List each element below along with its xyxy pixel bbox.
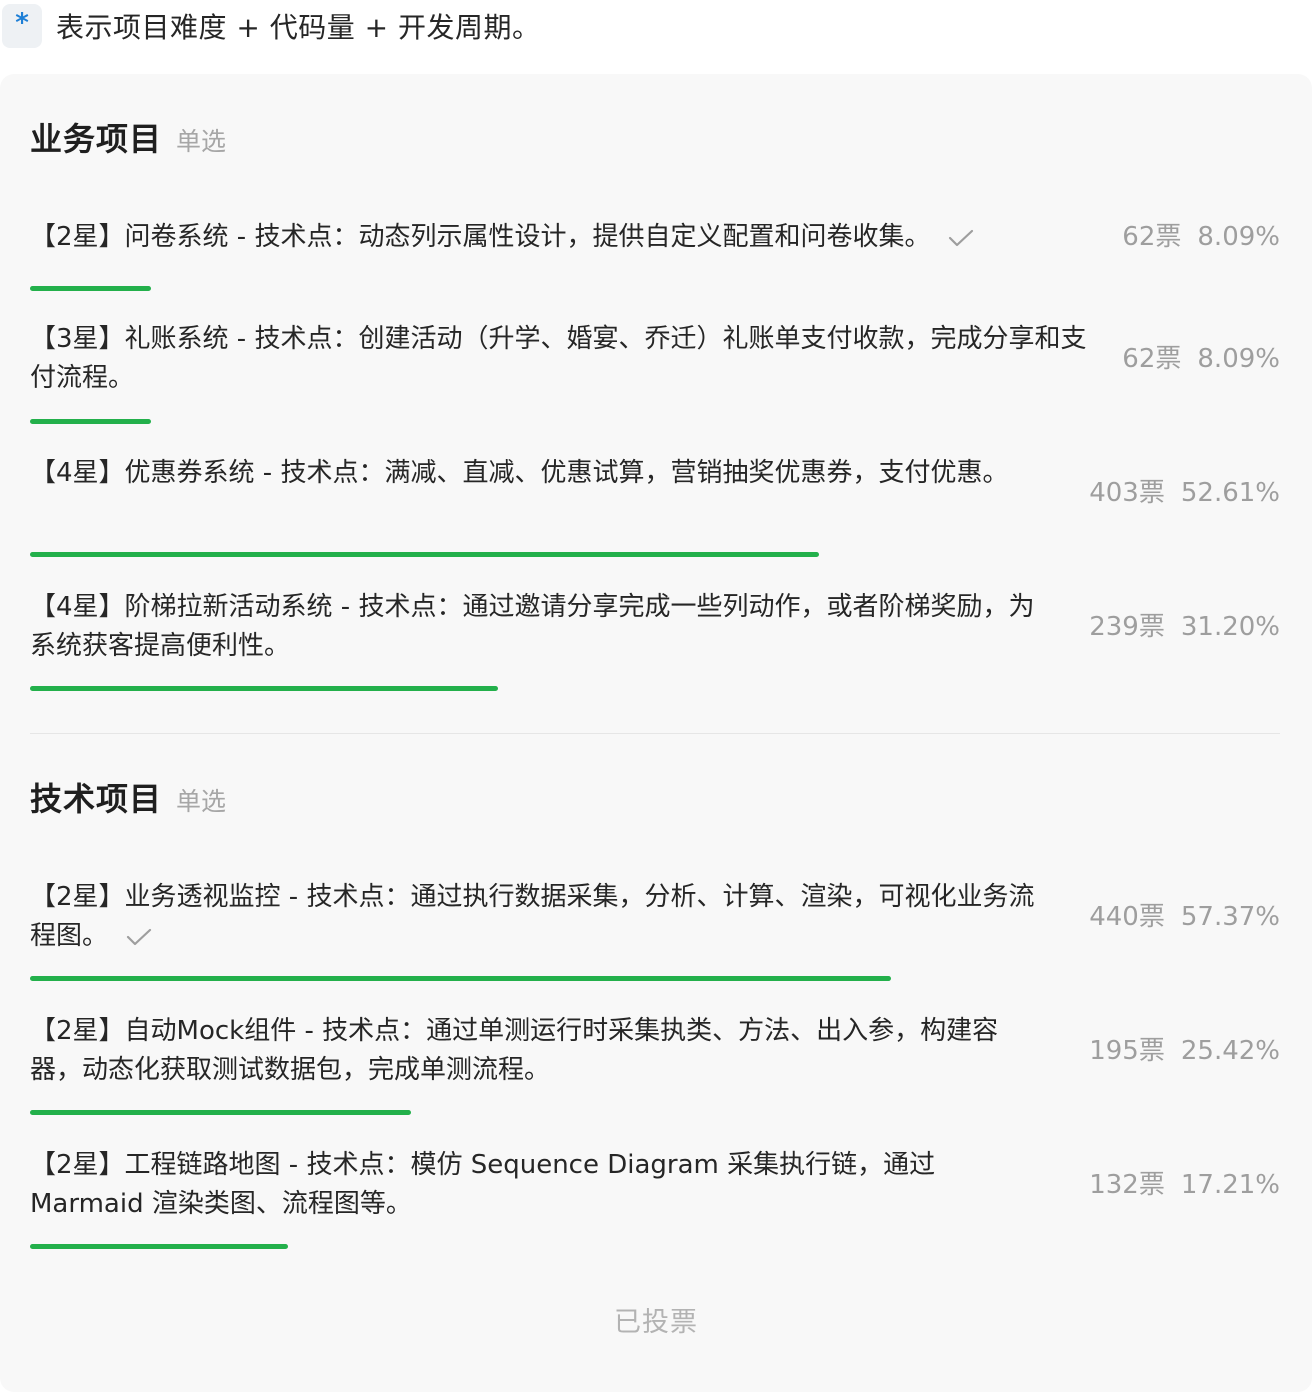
asterisk-icon: * xyxy=(2,4,42,48)
section-header: 技术项目 单选 xyxy=(30,774,1280,834)
check-icon xyxy=(949,229,974,246)
poll-option[interactable]: 【2星】工程链路地图 - 技术点：模仿 Sequence Diagram 采集执… xyxy=(30,1146,1280,1256)
poll-option[interactable]: 【2星】业务透视监控 - 技术点：通过执行数据采集，分析、计算、渲染，可视化业务… xyxy=(30,878,1280,988)
vote-percent: 31.20% xyxy=(1180,612,1280,642)
check-icon xyxy=(126,928,152,945)
option-text: 【2星】工程链路地图 - 技术点：模仿 Sequence Diagram 采集执… xyxy=(30,1150,936,1219)
option-text: 【4星】阶梯拉新活动系统 - 技术点：通过邀请分享完成一些列动作，或者阶梯奖励，… xyxy=(30,592,1035,661)
vote-bar-fill xyxy=(30,419,152,424)
vote-bar xyxy=(30,552,1280,557)
vote-percent: 17.21% xyxy=(1180,1170,1280,1200)
vote-percent: 8.09% xyxy=(1197,222,1280,252)
vote-count: 195票 xyxy=(1089,1036,1165,1066)
option-text: 【2星】业务透视监控 - 技术点：通过执行数据采集，分析、计算、渲染，可视化业务… xyxy=(30,882,1035,951)
poll-option[interactable]: 【2星】问卷系统 - 技术点：动态列示属性设计，提供自定义配置和问卷收集。 62… xyxy=(30,218,1280,298)
option-text: 【3星】礼账系统 - 技术点：创建活动（升学、婚宴、乔迁）礼账单支付收款，完成分… xyxy=(30,324,1087,393)
vote-count: 62票 xyxy=(1122,222,1182,252)
option-stats: 440票 57.37% xyxy=(1089,898,1280,937)
vote-percent: 25.42% xyxy=(1180,1036,1280,1066)
poll-option[interactable]: 【4星】优惠券系统 - 技术点：满减、直减、优惠试算，营销抽奖优惠券，支付优惠。… xyxy=(30,454,1280,564)
section-mode: 单选 xyxy=(176,787,227,816)
vote-count: 440票 xyxy=(1089,902,1165,932)
vote-bar xyxy=(30,1244,1280,1249)
vote-bar xyxy=(30,1110,1280,1115)
voted-status: 已投票 xyxy=(614,1307,698,1338)
vote-count: 132票 xyxy=(1089,1170,1165,1200)
vote-bar-fill xyxy=(30,976,891,981)
vote-bar-fill xyxy=(30,1110,412,1115)
option-text: 【4星】优惠券系统 - 技术点：满减、直减、优惠试算，营销抽奖优惠券，支付优惠。 xyxy=(30,458,1009,488)
section-header: 业务项目 单选 xyxy=(30,114,1280,174)
note-text: 表示项目难度 + 代码量 + 开发周期。 xyxy=(56,11,541,44)
option-text: 【2星】问卷系统 - 技术点：动态列示属性设计，提供自定义配置和问卷收集。 xyxy=(30,218,1088,257)
vote-bar xyxy=(30,686,1280,691)
note-line: * 表示项目难度 + 代码量 + 开发周期。 xyxy=(0,0,541,52)
section-tech-projects: 技术项目 单选 【2星】业务透视监控 - 技术点：通过执行数据采集，分析、计算、… xyxy=(30,774,1280,1249)
poll-option[interactable]: 【4星】阶梯拉新活动系统 - 技术点：通过邀请分享完成一些列动作，或者阶梯奖励，… xyxy=(30,588,1280,698)
vote-bar xyxy=(30,286,1280,291)
section-business-projects: 业务项目 单选 【2星】问卷系统 - 技术点：动态列示属性设计，提供自定义配置和… xyxy=(30,114,1280,691)
section-mode: 单选 xyxy=(176,127,227,156)
poll-option[interactable]: 【3星】礼账系统 - 技术点：创建活动（升学、婚宴、乔迁）礼账单支付收款，完成分… xyxy=(30,320,1280,430)
section-title: 技术项目 xyxy=(30,780,163,818)
vote-bar-fill xyxy=(30,1244,289,1249)
vote-bar-fill xyxy=(30,286,152,291)
option-stats: 239票 31.20% xyxy=(1089,608,1280,647)
vote-bar xyxy=(30,419,1280,424)
vote-count: 403票 xyxy=(1089,478,1165,508)
vote-percent: 52.61% xyxy=(1180,478,1280,508)
option-stats: 132票 17.21% xyxy=(1089,1166,1280,1205)
option-stats: 403票 52.61% xyxy=(1089,474,1280,513)
section-divider xyxy=(30,733,1280,734)
option-stats: 195票 25.42% xyxy=(1089,1032,1280,1071)
option-stats: 62票 8.09% xyxy=(1122,340,1280,379)
vote-percent: 57.37% xyxy=(1180,902,1280,932)
poll-card: 业务项目 单选 【2星】问卷系统 - 技术点：动态列示属性设计，提供自定义配置和… xyxy=(0,74,1312,1392)
vote-bar-fill xyxy=(30,552,820,557)
option-stats: 62票 8.09% xyxy=(1122,218,1280,257)
vote-bar-fill xyxy=(30,686,498,691)
option-text: 【2星】自动Mock组件 - 技术点：通过单测运行时采集执类、方法、出入参，构建… xyxy=(30,1016,999,1085)
vote-count: 62票 xyxy=(1122,344,1182,374)
section-title: 业务项目 xyxy=(30,120,163,158)
poll-option[interactable]: 【2星】自动Mock组件 - 技术点：通过单测运行时采集执类、方法、出入参，构建… xyxy=(30,1012,1280,1122)
vote-bar xyxy=(30,976,1280,981)
vote-percent: 8.09% xyxy=(1197,344,1280,374)
vote-count: 239票 xyxy=(1089,612,1165,642)
